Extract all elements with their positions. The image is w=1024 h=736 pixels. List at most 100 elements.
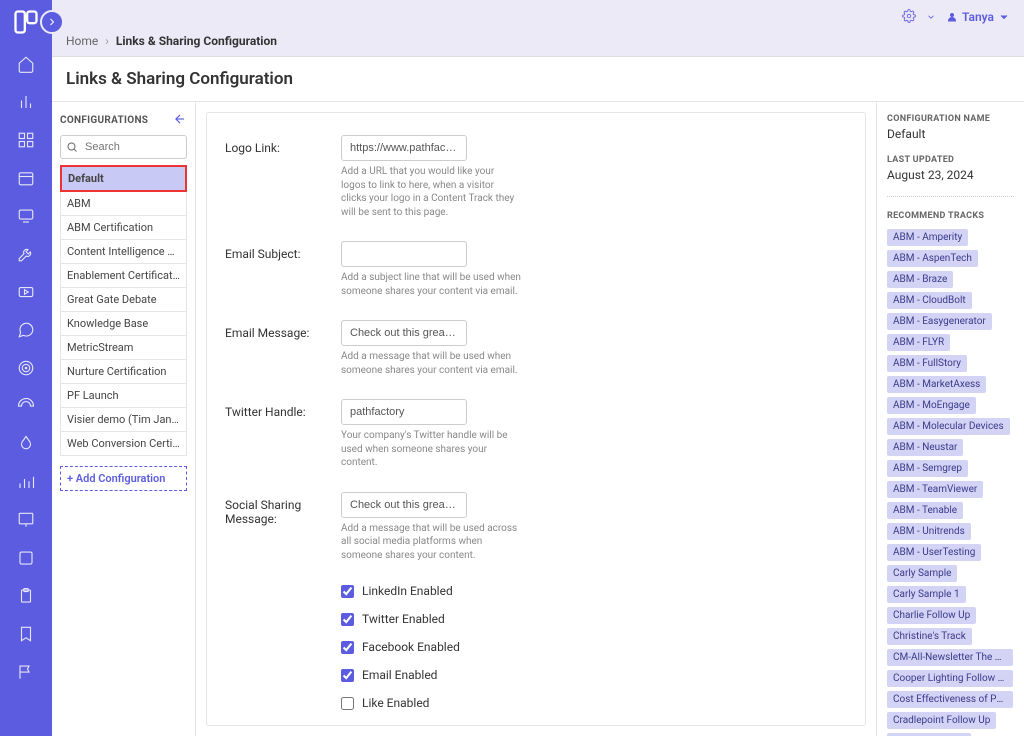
collapse-icon[interactable] [173, 112, 187, 129]
track-tag[interactable]: ABM - MoEngage [887, 397, 976, 414]
config-item[interactable]: Great Gate Debate [60, 288, 187, 312]
chevron-down-icon[interactable] [926, 12, 936, 22]
track-tag[interactable]: ABM - AspenTech [887, 250, 978, 267]
logo-link-input[interactable] [341, 135, 467, 161]
email-message-help: Add a message that will be used when som… [341, 350, 521, 377]
config-item[interactable]: Knowledge Base [60, 312, 187, 336]
social-message-label: Social Sharing Message: [225, 492, 331, 526]
track-tag[interactable]: Carly Sample 1 [887, 586, 966, 603]
form-panel: Logo Link: Add a URL that you would like… [206, 112, 866, 726]
track-tag[interactable]: ABM - FullStory [887, 355, 967, 372]
target-icon[interactable] [16, 358, 36, 378]
breadcrumb-current: Links & Sharing Configuration [116, 34, 277, 48]
box-icon[interactable] [16, 548, 36, 568]
search-input[interactable] [60, 135, 187, 159]
track-tag[interactable]: Charlie Follow Up [887, 607, 976, 624]
chat-icon[interactable] [16, 320, 36, 340]
page-title: Links & Sharing Configuration [52, 57, 1024, 101]
twitter-handle-input[interactable] [341, 399, 467, 425]
track-tag[interactable]: Christine's Track [887, 628, 972, 645]
video-icon[interactable] [16, 282, 36, 302]
logo-link-label: Logo Link: [225, 135, 331, 155]
email-message-input[interactable] [341, 320, 467, 346]
flag-icon[interactable] [16, 662, 36, 682]
tools-icon[interactable] [16, 244, 36, 264]
nav-rail [0, 0, 52, 736]
app-logo[interactable] [12, 8, 40, 36]
config-item[interactable]: Default [60, 165, 187, 192]
logo-link-help: Add a URL that you would like your logos… [341, 165, 521, 219]
config-item[interactable]: ABM Certification [60, 216, 187, 240]
add-configuration-button[interactable]: + Add Configuration [60, 466, 187, 491]
email-checkbox[interactable]: Email Enabled [341, 668, 847, 682]
config-item[interactable]: PF Launch [60, 384, 187, 408]
search-icon [66, 141, 78, 153]
config-name-value: Default [887, 127, 1014, 141]
topbar: Tanya [52, 0, 1024, 34]
track-tag[interactable]: ABM - Tenable [887, 502, 963, 519]
config-item[interactable]: Visier demo (Tim Jan 20… [60, 408, 187, 432]
expand-sidebar-button[interactable] [40, 10, 64, 34]
breadcrumb: Home › Links & Sharing Configuration [52, 34, 1024, 56]
clipboard-icon[interactable] [16, 586, 36, 606]
config-item[interactable]: Content Intelligence Cert… [60, 240, 187, 264]
track-tag[interactable]: ABM - Neustar [887, 439, 963, 456]
track-tag[interactable]: Cost Effectiveness of Pat… [887, 691, 1013, 708]
like-checkbox[interactable]: Like Enabled [341, 696, 847, 710]
config-item[interactable]: Web Conversion Certifica… [60, 432, 187, 456]
gear-icon[interactable] [902, 9, 916, 26]
user-name: Tanya [962, 10, 994, 24]
presentation-icon[interactable] [16, 510, 36, 530]
last-updated-value: August 23, 2024 [887, 168, 1014, 182]
drop-icon[interactable] [16, 434, 36, 454]
track-tag[interactable]: ABM - MarketAxess [887, 376, 986, 393]
config-name-label: CONFIGURATION NAME [887, 114, 1014, 124]
tracks-label: RECOMMEND TRACKS [887, 211, 1014, 221]
chevron-right-icon: › [105, 34, 109, 48]
track-tag[interactable]: ABM - Braze [887, 271, 953, 288]
home-icon[interactable] [16, 54, 36, 74]
config-header: CONFIGURATIONS [60, 115, 148, 126]
track-tag[interactable]: ABM - Easygenerator [887, 313, 992, 330]
track-tag[interactable]: ABM - Molecular Devices [887, 418, 1010, 435]
track-tag[interactable]: ABM - TeamViewer [887, 481, 983, 498]
breadcrumb-home[interactable]: Home [66, 34, 98, 48]
track-tag[interactable]: ABM - Amperity [887, 229, 968, 246]
config-item[interactable]: Nurture Certification [60, 360, 187, 384]
track-tag[interactable]: Cooper Lighting Follow Up [887, 670, 1013, 687]
email-subject-input[interactable] [341, 241, 467, 267]
bookmark-icon[interactable] [16, 624, 36, 644]
track-tag[interactable]: ABM - UserTesting [887, 544, 981, 561]
track-tag[interactable]: CM-All-Newsletter The Pa… [887, 649, 1013, 666]
track-tag[interactable]: ABM - FLYR [887, 334, 950, 351]
gauge-icon[interactable] [16, 396, 36, 416]
monitor-icon[interactable] [16, 206, 36, 226]
twitter-handle-label: Twitter Handle: [225, 399, 331, 419]
download-checkbox[interactable]: Download Enabled [341, 724, 847, 726]
calendar-icon[interactable] [16, 168, 36, 188]
config-item[interactable]: MetricStream [60, 336, 187, 360]
email-message-label: Email Message: [225, 320, 331, 340]
info-panel: CONFIGURATION NAME Default LAST UPDATED … [876, 102, 1024, 736]
track-tag[interactable]: ABM - Unitrends [887, 523, 971, 540]
twitter-handle-help: Your company's Twitter handle will be us… [341, 429, 521, 470]
config-sidebar: CONFIGURATIONS DefaultABMABM Certificati… [52, 102, 196, 736]
config-item[interactable]: ABM [60, 192, 187, 216]
bars-icon[interactable] [16, 472, 36, 492]
track-tag[interactable]: Cradlepoint Follow Up [887, 712, 996, 729]
facebook-checkbox[interactable]: Facebook Enabled [341, 640, 847, 654]
social-message-help: Add a message that will be used across a… [341, 522, 521, 563]
last-updated-label: LAST UPDATED [887, 155, 1014, 165]
track-tag[interactable]: ABM - Semgrep [887, 460, 968, 477]
email-subject-label: Email Subject: [225, 241, 331, 261]
config-item[interactable]: Enablement Certification [60, 264, 187, 288]
grid-icon[interactable] [16, 130, 36, 150]
track-tag[interactable]: ABM - CloudBolt [887, 292, 972, 309]
twitter-checkbox[interactable]: Twitter Enabled [341, 612, 847, 626]
social-message-input[interactable] [341, 492, 467, 518]
user-menu[interactable]: Tanya [946, 10, 1010, 24]
track-tag[interactable]: Carly Sample [887, 565, 957, 582]
linkedin-checkbox[interactable]: LinkedIn Enabled [341, 584, 847, 598]
chart-icon[interactable] [16, 92, 36, 112]
email-subject-help: Add a subject line that will be used whe… [341, 271, 521, 298]
